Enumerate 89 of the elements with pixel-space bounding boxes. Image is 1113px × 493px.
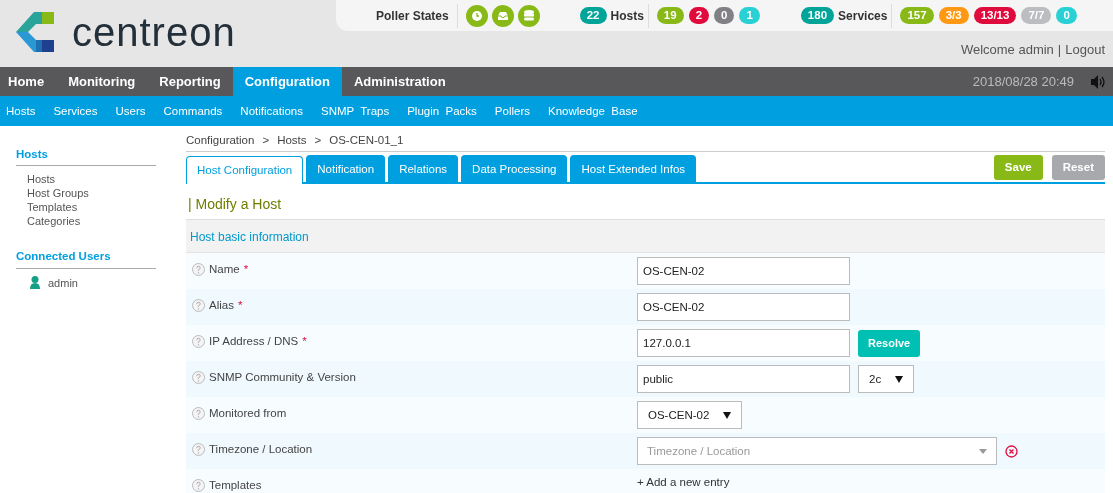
sidebar-link[interactable]: Hosts	[16, 172, 170, 187]
poller-states-label: Poller States	[376, 7, 449, 25]
status-count-badge[interactable]: 0	[714, 7, 735, 24]
field-label: SNMP Community & Version	[209, 370, 356, 386]
help-icon[interactable]	[192, 407, 205, 421]
total-count-badge[interactable]: 22	[579, 7, 607, 24]
required-mark: *	[302, 334, 307, 350]
resolve-button[interactable]: Resolve	[858, 329, 921, 357]
text-field[interactable]: OS-CEN-02	[637, 293, 850, 322]
help-icon[interactable]	[192, 263, 205, 277]
database-icon[interactable]	[517, 4, 540, 27]
sidebar-heading: Hosts	[16, 146, 156, 167]
hosts-label: Hosts	[610, 7, 644, 25]
menu-tab[interactable]: Administration	[341, 67, 458, 96]
inbox-icon[interactable]	[491, 4, 514, 27]
speaker-icon[interactable]	[1090, 73, 1105, 90]
sidebar-link[interactable]: Templates	[16, 200, 170, 215]
clock-icon[interactable]	[465, 4, 488, 27]
sidebar-link[interactable]: Categories	[16, 214, 170, 229]
select-dropdown[interactable]: OS-CEN-02	[637, 401, 743, 430]
status-count-badge[interactable]: 1	[739, 7, 760, 24]
status-count-badge[interactable]: 19	[656, 7, 684, 24]
field-label: Monitored from	[209, 406, 287, 422]
text-field[interactable]: public	[637, 365, 850, 394]
welcome-text: Welcome admin	[960, 41, 1054, 59]
select-field[interactable]: Timezone / Location	[637, 437, 997, 466]
caret-icon	[723, 411, 732, 419]
text-field[interactable]: 127.0.0.1	[637, 329, 850, 358]
submenu-link[interactable]: Knowledge Base	[539, 96, 647, 126]
caret-icon	[979, 448, 987, 454]
breadcrumb-item[interactable]: OS-CEN-01_1	[329, 132, 404, 150]
section-heading: Host basic information	[186, 220, 1105, 254]
submenu-link[interactable]: SNMP Traps	[312, 96, 399, 126]
logo-text: centreon	[72, 12, 236, 52]
add-entry-link[interactable]: + Add a new entry	[637, 473, 730, 491]
menu-tab[interactable]: Reporting	[147, 67, 233, 96]
field-label: Name	[209, 262, 240, 278]
sidebar-heading: Connected Users	[16, 248, 156, 269]
breadcrumb-item[interactable]: Configuration	[186, 132, 255, 150]
status-count-badge[interactable]: 13/13	[973, 7, 1017, 24]
tab[interactable]: Relations	[388, 155, 459, 183]
submenu-link[interactable]: Services	[44, 96, 107, 126]
status-count-badge[interactable]: 0	[1056, 7, 1077, 24]
status-count-badge[interactable]: 3/3	[938, 7, 969, 24]
help-icon[interactable]	[192, 479, 205, 493]
save-button[interactable]: Save	[993, 155, 1043, 181]
separator-text: |	[1057, 41, 1062, 59]
submenu-link[interactable]: Notifications	[231, 96, 312, 126]
menu-tab[interactable]: Monitoring	[56, 67, 148, 96]
user-icon	[30, 276, 40, 289]
help-icon[interactable]	[192, 443, 205, 457]
select-dropdown[interactable]: 2c	[858, 365, 915, 394]
services-label: Services	[838, 7, 888, 25]
logo-icon	[16, 10, 56, 54]
clear-icon[interactable]	[1005, 444, 1018, 458]
total-count-badge[interactable]: 180	[800, 7, 835, 24]
help-icon[interactable]	[192, 299, 205, 313]
tab[interactable]: Host Configuration	[186, 156, 304, 185]
field-label: Timezone / Location	[209, 442, 313, 458]
tab[interactable]: Notification	[306, 155, 386, 183]
submenu-link[interactable]: Users	[106, 96, 155, 126]
status-count-badge[interactable]: 2	[688, 7, 710, 24]
menu-tab[interactable]: Configuration	[232, 67, 342, 96]
field-label: Templates	[209, 478, 262, 493]
date-time: 2018/08/28 20:49	[972, 72, 1074, 91]
field-label: IP Address / DNS	[209, 334, 299, 350]
tab[interactable]: Data Processing	[461, 155, 568, 183]
breadcrumb-separator: >	[314, 133, 322, 148]
menu-tab[interactable]: Home	[0, 67, 57, 96]
breadcrumb-item[interactable]: Hosts	[277, 132, 307, 150]
caret-icon	[895, 375, 904, 383]
field-label: Alias	[209, 298, 234, 314]
logout-link[interactable]: Logout	[1065, 40, 1105, 60]
submenu-link[interactable]: Pollers	[485, 96, 539, 126]
help-icon[interactable]	[192, 371, 205, 385]
user-name: admin	[48, 275, 78, 290]
tab[interactable]: Host Extended Infos	[570, 155, 697, 183]
reset-button[interactable]: Reset	[1051, 155, 1105, 181]
status-count-badge[interactable]: 7/7	[1021, 7, 1052, 24]
required-mark: *	[237, 298, 243, 314]
submenu-link[interactable]: Commands	[154, 96, 232, 126]
status-count-badge[interactable]: 157	[900, 7, 934, 24]
sidebar-link[interactable]: Host Groups	[16, 186, 170, 201]
breadcrumb-separator: >	[262, 133, 270, 148]
submenu-link[interactable]: Plugin Packs	[398, 96, 486, 126]
required-mark: *	[243, 262, 249, 278]
help-icon[interactable]	[192, 335, 205, 349]
submenu-link[interactable]: Hosts	[0, 96, 45, 126]
text-field[interactable]: OS-CEN-02	[637, 257, 850, 286]
